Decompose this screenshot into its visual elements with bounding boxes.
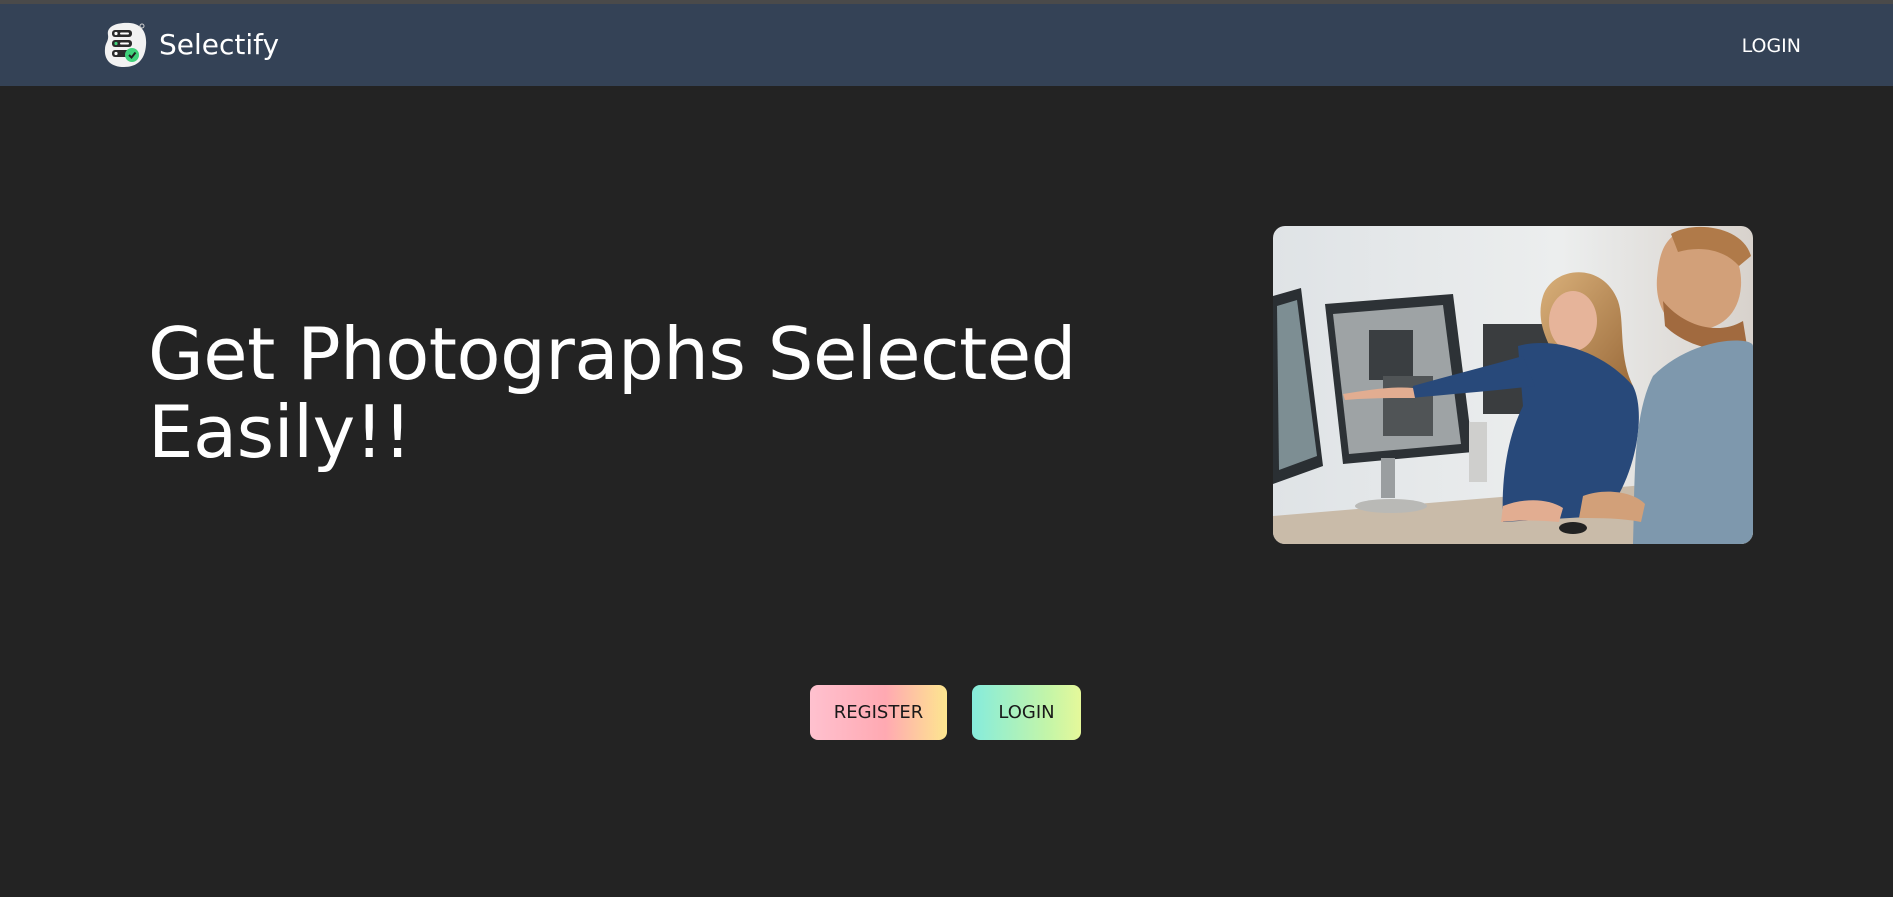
brand-name[interactable]: Selectify: [159, 28, 279, 62]
login-button[interactable]: LOGIN: [972, 685, 1081, 740]
hero-headline: Get Photographs Selected Easily!!: [148, 312, 1076, 474]
people-at-computer-photo: [1273, 226, 1753, 544]
selectify-logo-icon[interactable]: [102, 21, 148, 69]
navbar: Selectify LOGIN: [0, 4, 1893, 86]
nav-login-link[interactable]: LOGIN: [1742, 34, 1801, 58]
register-button[interactable]: REGISTER: [810, 685, 947, 740]
